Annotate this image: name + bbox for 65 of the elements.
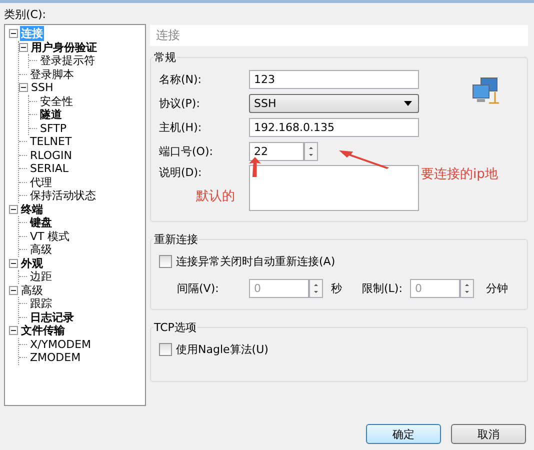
checkbox[interactable] [159, 342, 172, 356]
checkbox[interactable] [159, 254, 172, 268]
tree-item[interactable]: 登录脚本 [29, 66, 75, 82]
expander-icon[interactable] [9, 326, 18, 336]
annotation-text: 要连接的ip地 [421, 166, 498, 183]
expander-icon[interactable] [9, 258, 18, 268]
dialog-button[interactable]: 取消 [451, 424, 526, 444]
field-label: 端口号(O): [159, 144, 214, 158]
arrow-icon [339, 149, 391, 169]
network-computers-icon [471, 77, 501, 107]
field-label: 间隔(V): [177, 280, 220, 296]
field-label: 协议(P): [159, 96, 201, 110]
checkbox-label: 连接异常关闭时自动重新连接(A) [176, 254, 336, 268]
tree-item[interactable]: 保持活动状态 [29, 188, 97, 204]
port-field[interactable]: 22 [249, 142, 304, 160]
expander-icon[interactable] [9, 204, 18, 214]
tree-item[interactable]: ZMODEM [29, 351, 82, 364]
checkbox-label: 使用Nagle算法(U) [176, 342, 268, 356]
caret-icon [404, 100, 412, 106]
tree-item[interactable]: 用户身份验证 [30, 40, 98, 55]
arrow-icon [249, 157, 261, 177]
tree-item[interactable]: RLOGIN [29, 148, 74, 162]
field-label: 主机(H): [159, 120, 203, 134]
spin-buttons[interactable] [460, 278, 474, 298]
section-header: 连接 [150, 25, 528, 46]
tree-item[interactable]: 边距 [29, 269, 53, 284]
tree-item[interactable]: SFTP [39, 122, 68, 135]
field-label: 限制(L): [362, 280, 404, 296]
expander-icon[interactable] [19, 83, 28, 92]
field-label: 名称(N): [159, 72, 203, 86]
tree-item[interactable]: 登录提示符 [39, 53, 96, 68]
tree-item[interactable]: SERIAL [29, 162, 70, 176]
group-title: 常规 [153, 50, 177, 65]
tree-item[interactable]: VT 模式 [29, 228, 71, 244]
expander-icon[interactable] [19, 42, 28, 52]
tree-item[interactable]: 键盘 [29, 215, 53, 230]
category-label: 类别(C): [4, 7, 47, 22]
group-title: 重新连接 [153, 232, 199, 247]
spin-buttons[interactable] [304, 142, 318, 160]
tree-item[interactable]: 终端 [20, 202, 44, 217]
expander-icon[interactable] [9, 29, 18, 38]
dialog-button[interactable]: 确定 [366, 424, 441, 444]
annotation-text: 默认的 [196, 188, 235, 205]
tree-item[interactable]: SSH [30, 81, 54, 94]
field-label: 说明(D): [159, 165, 203, 180]
host-field[interactable]: 192.168.0.135 [249, 118, 419, 136]
group-title: TCP选项 [153, 320, 198, 335]
spin-buttons[interactable] [309, 278, 323, 298]
tree-item[interactable]: 隧道 [39, 107, 63, 122]
tree-item[interactable]: 安全性 [39, 94, 74, 109]
tree-item[interactable]: 高级 [20, 282, 44, 298]
tree-item[interactable]: TELNET [29, 135, 73, 148]
description-field[interactable] [249, 165, 419, 211]
tree-item[interactable]: 文件传输 [20, 323, 66, 338]
name-field[interactable]: 123 [249, 70, 419, 88]
tree-item[interactable]: 跟踪 [29, 296, 53, 312]
unit-label: 秒 [331, 280, 342, 296]
unit-label: 分钟 [486, 280, 508, 296]
protocol-dropdown[interactable]: SSH [249, 94, 419, 112]
tree-item[interactable]: 高级 [29, 242, 53, 258]
tree-item[interactable]: 代理 [29, 174, 53, 190]
tree-item[interactable]: 日志记录 [29, 310, 75, 325]
expander-icon[interactable] [9, 286, 18, 295]
tree-item[interactable]: X/YMODEM [29, 338, 92, 351]
tree-item[interactable]: 外观 [20, 256, 44, 271]
